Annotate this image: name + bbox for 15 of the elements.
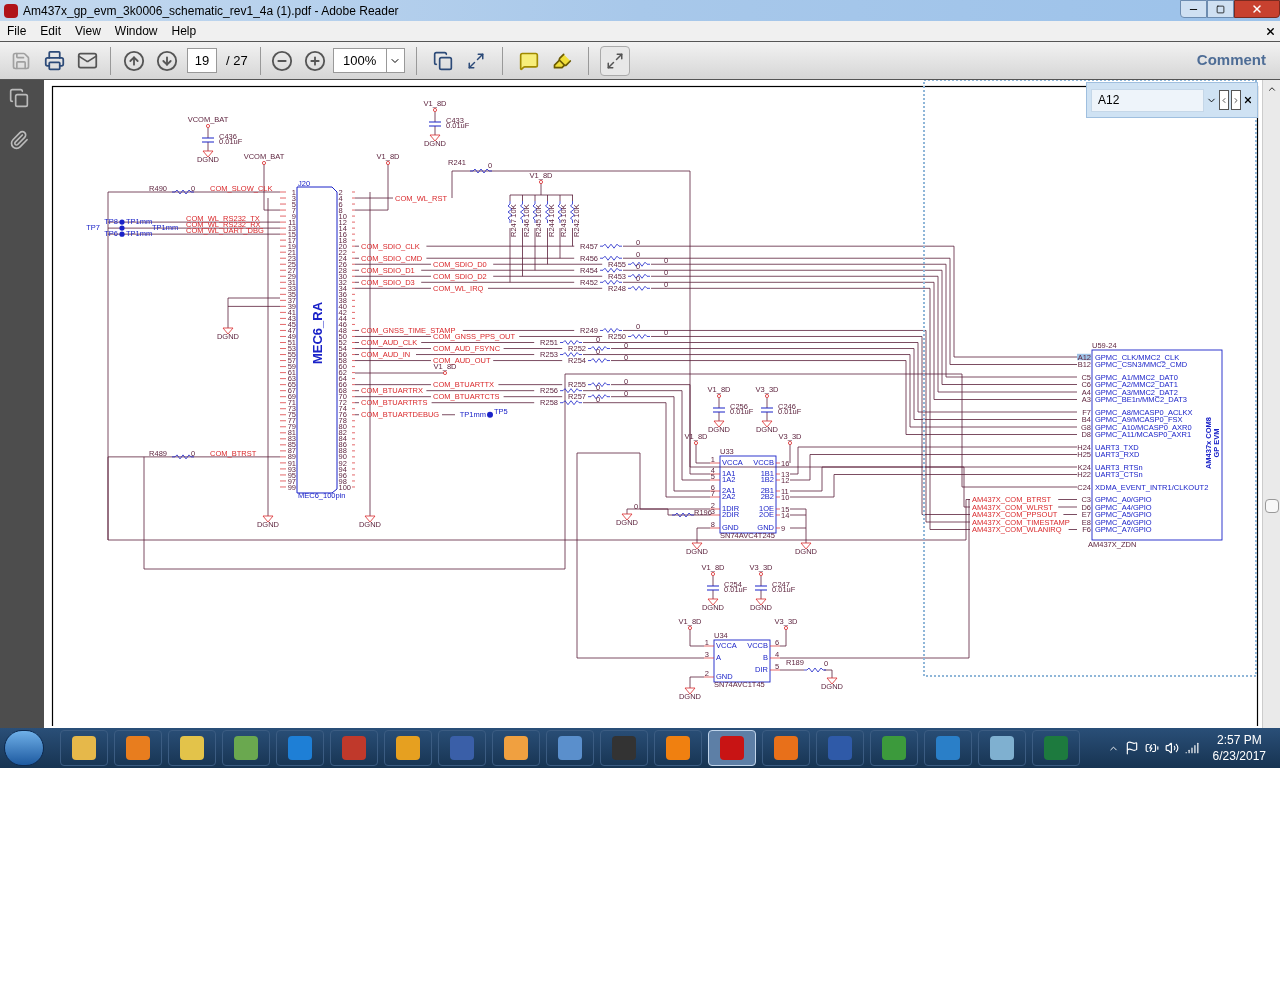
- menu-item[interactable]: Window: [107, 22, 165, 40]
- find-input[interactable]: A12: [1091, 88, 1205, 112]
- comment-button[interactable]: Comment: [1196, 49, 1266, 72]
- menu-item[interactable]: Help: [164, 22, 204, 40]
- window-title: Am437x_gp_evm_3k0006_schematic_rev1_4a (1).pdf - Adobe Reader: [23, 2, 399, 20]
- menu-item[interactable]: File: [0, 22, 34, 40]
- page-count: / 27: [226, 51, 248, 70]
- menu-item[interactable]: View: [68, 22, 108, 40]
- zoom-field[interactable]: 100%: [332, 48, 405, 73]
- clock-date: 6/23/2017: [1212, 748, 1266, 764]
- clock[interactable]: 2:57 PM 6/23/2017: [1212, 732, 1266, 764]
- menu-item[interactable]: Edit: [33, 22, 69, 40]
- clock-time: 2:57 PM: [1216, 732, 1262, 748]
- connector-title: MEC6_RA: [310, 301, 325, 365]
- page-number-field[interactable]: 19: [187, 48, 217, 73]
